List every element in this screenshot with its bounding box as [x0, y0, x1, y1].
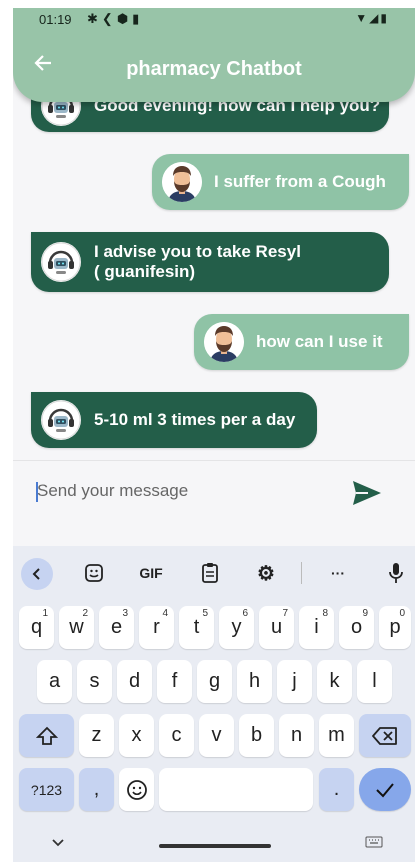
chat-message-bot: I advise you to take Resyl ( guanifesin): [31, 232, 389, 292]
key-k[interactable]: k: [317, 660, 352, 703]
status-system-icons: ▼◢▮: [355, 11, 389, 25]
keyboard-collapse-button[interactable]: [21, 558, 53, 590]
home-gesture-bar[interactable]: [159, 844, 271, 848]
phone-screen: Good evening! how can I help you? I suff…: [13, 8, 415, 862]
message-line: I advise you to take Resyl: [94, 242, 301, 261]
message-text: I suffer from a Cough: [214, 172, 386, 191]
sticker-icon[interactable]: [79, 558, 109, 588]
key-r[interactable]: r4: [139, 606, 174, 649]
message-text: I advise you to take Resyl ( guanifesin): [94, 242, 301, 282]
chat-message-user: I suffer from a Cough: [152, 154, 409, 210]
wifi-icon: ▼: [355, 11, 370, 25]
period-key[interactable]: .: [319, 768, 354, 811]
key-l[interactable]: l: [357, 660, 392, 703]
numbers-key[interactable]: ?123: [19, 768, 74, 811]
key-q[interactable]: q1: [19, 606, 54, 649]
toolbar-divider: [301, 562, 302, 584]
shift-key[interactable]: [19, 714, 74, 757]
key-o[interactable]: o9: [339, 606, 374, 649]
check-icon: [376, 782, 394, 797]
emoji-key[interactable]: [119, 768, 154, 811]
user-avatar: [162, 162, 202, 202]
emoji-smile-icon: [126, 779, 147, 800]
key-c[interactable]: c: [159, 714, 194, 757]
chat-message-user: how can I use it: [194, 314, 409, 370]
key-h[interactable]: h: [237, 660, 272, 703]
message-text: how can I use it: [256, 332, 383, 351]
clipboard-icon[interactable]: [195, 558, 225, 588]
person-beard-icon: [162, 162, 202, 202]
status-time: 01:19: [39, 12, 72, 27]
key-x[interactable]: x: [119, 714, 154, 757]
settings-gear-icon[interactable]: ⚙: [251, 558, 281, 588]
key-d[interactable]: d: [117, 660, 152, 703]
battery-icon: ▮: [380, 11, 389, 25]
key-y[interactable]: y6: [219, 606, 254, 649]
key-j[interactable]: j: [277, 660, 312, 703]
space-key[interactable]: [159, 768, 313, 811]
key-s[interactable]: s: [77, 660, 112, 703]
comma-key[interactable]: ,: [79, 768, 114, 811]
key-g[interactable]: g: [197, 660, 232, 703]
app-bar: 01:19 ✱❮⬢▮ ▼◢▮ pharmacy Chatbot: [13, 8, 415, 102]
key-z[interactable]: z: [79, 714, 114, 757]
message-composer: Send your message: [13, 460, 415, 541]
gif-button[interactable]: GIF: [133, 558, 169, 588]
chevron-down-icon[interactable]: [51, 838, 65, 848]
key-i[interactable]: i8: [299, 606, 334, 649]
on-screen-keyboard: GIF ⚙ ··· q1 w2 e3 r4 t5 y6 u7 i8 o9 p0 …: [13, 546, 415, 862]
key-u[interactable]: u7: [259, 606, 294, 649]
enter-key[interactable]: [359, 768, 411, 811]
signal-icon: ◢: [369, 11, 381, 25]
key-n[interactable]: n: [279, 714, 314, 757]
key-w[interactable]: w2: [59, 606, 94, 649]
key-a[interactable]: a: [37, 660, 72, 703]
key-v[interactable]: v: [199, 714, 234, 757]
chat-message-bot: 5-10 ml 3 times per a day: [31, 392, 317, 448]
key-f[interactable]: f: [157, 660, 192, 703]
user-avatar: [204, 322, 244, 362]
shift-icon: [35, 726, 58, 745]
key-p[interactable]: p0: [379, 606, 411, 649]
sd-card-icon: ▮: [132, 11, 144, 26]
page-title: pharmacy Chatbot: [126, 58, 302, 80]
backspace-key[interactable]: [359, 714, 411, 757]
key-m[interactable]: m: [319, 714, 354, 757]
gear-icon: ✱: [87, 11, 102, 26]
bot-avatar: [41, 400, 81, 440]
status-notification-icons: ✱❮⬢▮: [87, 11, 143, 27]
status-bar: 01:19 ✱❮⬢▮ ▼◢▮: [13, 8, 415, 32]
chevron-left-icon: [32, 568, 40, 580]
key-e[interactable]: e3: [99, 606, 134, 649]
microphone-icon[interactable]: [381, 558, 411, 588]
message-input[interactable]: Send your message: [37, 481, 188, 501]
backspace-icon: [372, 726, 397, 745]
person-beard-icon: [204, 322, 244, 362]
navigation-bar: [13, 818, 415, 862]
key-t[interactable]: t5: [179, 606, 214, 649]
bot-avatar: [41, 242, 81, 282]
keyboard-switch-icon[interactable]: [365, 836, 383, 848]
robot-icon: [41, 242, 81, 282]
message-text: 5-10 ml 3 times per a day: [94, 410, 296, 429]
key-b[interactable]: b: [239, 714, 274, 757]
flutter-icon: ❮: [101, 11, 117, 26]
more-options-button[interactable]: ···: [323, 558, 353, 588]
robot-icon: [41, 400, 81, 440]
shield-icon: ⬢: [116, 11, 133, 26]
send-icon[interactable]: [351, 479, 383, 507]
message-line: ( guanifesin): [94, 262, 196, 281]
